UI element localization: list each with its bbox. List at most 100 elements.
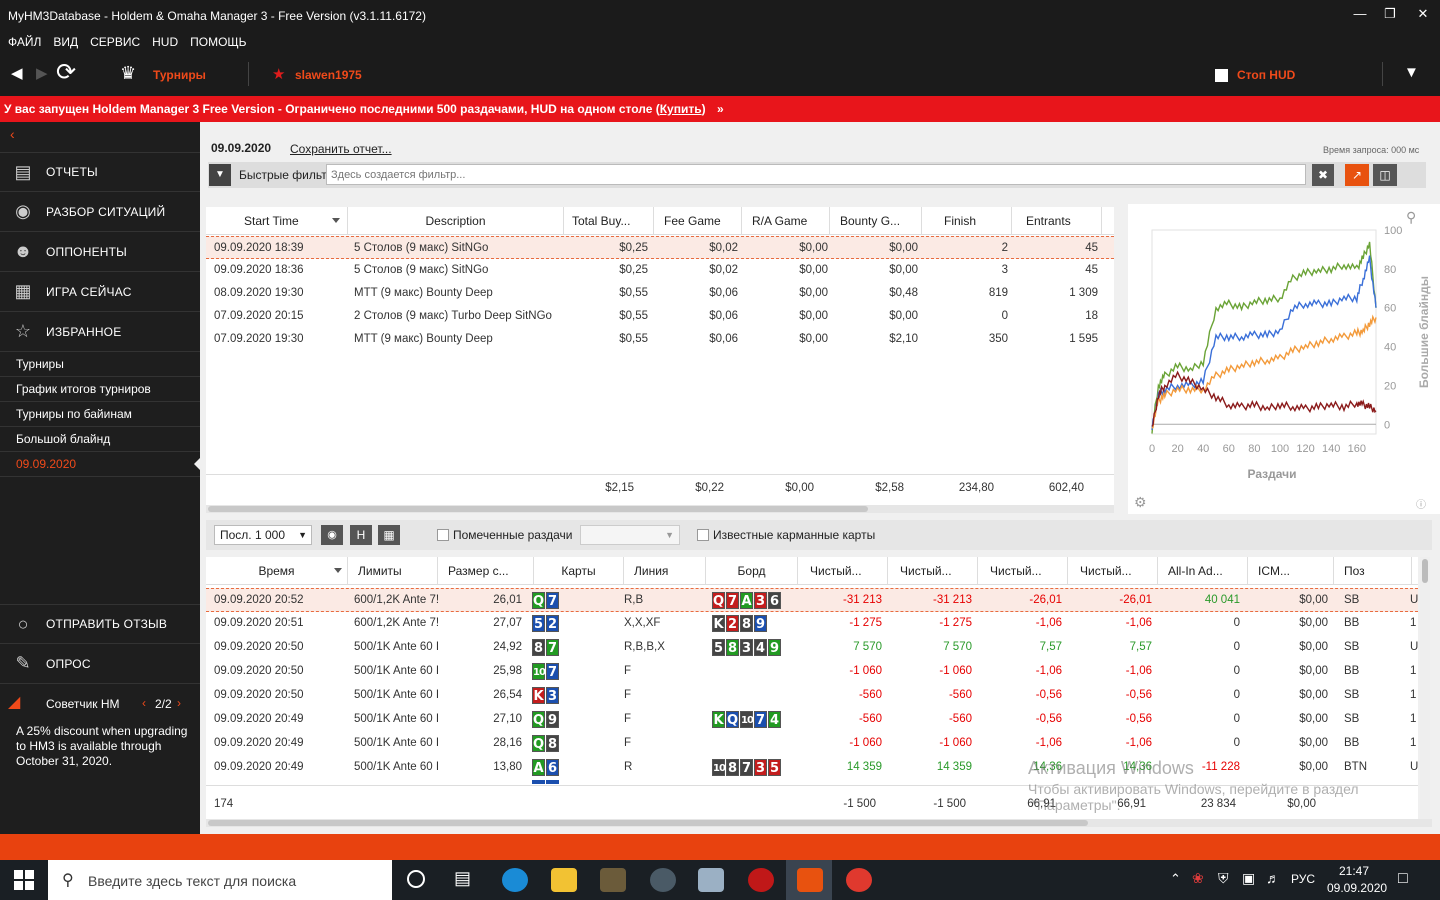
explorer-icon[interactable] [551,868,577,892]
clock-time[interactable]: 21:47 [1339,864,1369,878]
player-name[interactable]: slawen1975 [295,68,362,82]
graph-view-icon[interactable]: ↗ [1345,164,1369,186]
filter-icon[interactable]: ▼ [209,164,231,186]
table-row[interactable]: 09.09.2020 20:50 500/1K Ante 60 I 26,54 K 3 F… [206,684,1418,708]
col-header[interactable]: Start Time [206,207,348,235]
hands-horizontal-scrollbar[interactable] [206,819,1432,827]
table-row[interactable]: 09.09.2020 20:50 500/1K Ante 60 I 24,92 8 7 R… [206,636,1418,660]
advisor-next-icon[interactable]: › [177,696,181,710]
stop-hud-label[interactable]: Стоп HUD [1237,68,1295,82]
nav-situations[interactable]: ◉ Разбор ситуаций [0,192,200,232]
windows-start-icon[interactable] [14,870,34,890]
double-chevron-icon[interactable]: » [717,102,724,116]
menu-hud[interactable]: HUD [152,32,178,52]
nav-feedback[interactable]: ○ Отправить отзыв [0,604,200,644]
col-header[interactable]: Размер с... [438,557,534,585]
tray-app-icon[interactable]: ❀ [1192,870,1204,887]
menu-file[interactable]: Файл [8,32,41,52]
tournaments-link[interactable]: Турниры [153,68,206,82]
headset-icon[interactable] [650,868,676,892]
col-header[interactable]: Поз [1334,557,1412,585]
col-header[interactable]: Время [206,557,348,585]
zoom-icon[interactable]: ⚲ [1406,209,1416,226]
forward-icon[interactable]: ▶ [36,64,48,82]
col-header[interactable]: Чистый... [798,557,888,585]
advisor-prev-icon[interactable]: ‹ [142,696,146,710]
menu-service[interactable]: Сервис [90,32,140,52]
horizontal-scrollbar[interactable] [206,505,1114,513]
nav-favorites[interactable]: ☆ Избранное [0,312,200,352]
table-row[interactable]: 09.09.2020 18:39 5 Столов (9 макс) SitNGo… [206,236,1114,259]
refresh-icon[interactable]: ⟳ [56,58,76,87]
sub-tourney-by-buyin[interactable]: Турниры по байинам [0,402,200,427]
col-header[interactable]: Чистый... [978,557,1068,585]
nav-opponents[interactable]: ☻ Оппоненты [0,232,200,272]
col-header[interactable]: ICM... [1248,557,1334,585]
clock-date[interactable]: 09.09.2020 [1327,881,1387,895]
col-header[interactable]: Total Buy... [564,207,654,235]
tray-chevron-icon[interactable]: ⌃ [1170,871,1181,887]
back-icon[interactable]: ◀ [11,64,23,82]
col-header[interactable]: Карты [534,557,624,585]
col-header[interactable]: Fee Game [654,207,742,235]
volume-icon[interactable]: ♬ [1266,870,1280,886]
task-view-icon[interactable]: ▤ [454,868,471,889]
col-header[interactable]: Bounty G... [830,207,922,235]
table-row[interactable]: 09.09.2020 20:49 500/1K Ante 60 I 28,16 Q 8 F… [206,732,1418,756]
last-hands-select[interactable]: Посл. 1 000 ▼ [214,525,312,545]
table-row[interactable]: 08.09.2020 19:30 MTT (9 макс) Bounty Deep… [206,282,1114,305]
filter-input[interactable] [326,164,1306,185]
network-icon[interactable]: ▣ [1242,870,1255,887]
clear-filter-icon[interactable]: ✖ [1312,164,1334,186]
language-indicator[interactable]: РУС [1291,872,1315,886]
game-icon[interactable] [600,868,626,892]
maximize-icon[interactable]: ❐ [1380,6,1400,22]
col-header[interactable]: Чистый... [888,557,978,585]
view-icon[interactable]: ◉ [321,525,343,545]
cortana-icon[interactable] [407,870,425,888]
table-row[interactable]: 09.09.2020 18:36 5 Столов (9 макс) SitNGo… [206,259,1114,282]
col-header[interactable]: Entrants [1012,207,1102,235]
col-header[interactable]: R/A Game [742,207,830,235]
nav-play-now[interactable]: ▦ Игра сейчас [0,272,200,312]
sub-tournaments[interactable]: Турниры [0,352,200,377]
nav-survey[interactable]: ✎ Опрос [0,644,200,684]
table-row[interactable]: 07.09.2020 19:30 MTT (9 макс) Bounty Deep… [206,328,1114,351]
menu-help[interactable]: Помощь [190,32,246,52]
info-icon[interactable]: ⓘ [1416,496,1426,511]
grid-icon[interactable]: ▦ [378,525,400,545]
col-header[interactable]: Чистый... [1068,557,1158,585]
marked-hands-checkbox[interactable] [437,529,449,541]
stop-hud-checkbox[interactable] [1215,69,1228,82]
taskbar-search[interactable]: ⚲ Введите здесь текст для поиска [48,860,392,900]
table-row[interactable]: 09.09.2020 20:50 500/1K Ante 60 I 25,98 10 7… [206,660,1418,684]
split-view-icon[interactable]: ◫ [1373,164,1397,186]
h-button[interactable]: H [350,525,372,545]
vertical-scrollbar[interactable] [1420,557,1430,819]
filter-funnel-icon[interactable]: ▼ [1404,64,1419,81]
close-icon[interactable]: ✕ [1413,6,1433,22]
menu-view[interactable]: Вид [53,32,78,52]
marked-hands-select[interactable]: ▼ [580,525,680,545]
nav-reports[interactable]: ▤ Отчеты [0,152,200,192]
col-header[interactable]: Finish [922,207,1012,235]
edge-icon[interactable] [502,868,528,892]
buy-link[interactable]: Купить [660,102,702,116]
table-row[interactable]: 09.09.2020 20:51 600/1,2K Ante 7! 27,07 5 2 X… [206,612,1418,636]
col-header[interactable]: Description [348,207,564,235]
save-report-link[interactable]: Сохранить отчет... [290,142,392,156]
table-row[interactable]: 09.09.2020 20:49 500/1K Ante 60 I 27,10 Q 9 F… [206,708,1418,732]
chrome-icon[interactable] [846,868,872,892]
collapse-sidebar-icon[interactable]: ‹ [10,126,15,142]
table-row[interactable]: 09.09.2020 20:52 600/1,2K Ante 7! 26,01 Q 7 R… [206,588,1418,612]
pokerstars-taskbar-icon[interactable] [748,868,774,892]
sub-tourney-results-graph[interactable]: График итогов турниров [0,377,200,402]
table-row[interactable]: 07.09.2020 20:15 2 Столов (9 макс) Turbo … [206,305,1114,328]
settings-gear-icon[interactable]: ⚙ [1134,494,1147,511]
known-cards-checkbox[interactable] [697,529,709,541]
minimize-icon[interactable]: — [1350,6,1370,21]
col-header[interactable]: All-In Ad... [1158,557,1248,585]
paint-icon[interactable] [698,868,724,892]
col-header[interactable]: Борд [706,557,798,585]
shield-icon[interactable]: ⛨ [1218,870,1229,887]
